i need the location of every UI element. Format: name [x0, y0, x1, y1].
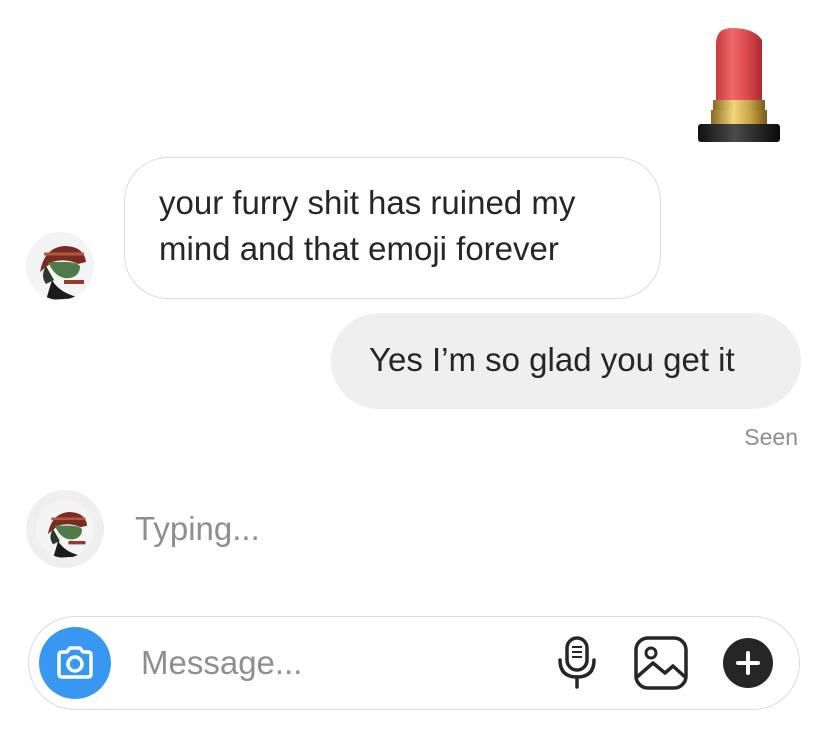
lipstick-emoji[interactable] — [692, 22, 784, 146]
incoming-message-line-2: mind and that emoji forever — [159, 230, 559, 267]
microphone-icon — [558, 636, 596, 689]
incoming-message-bubble[interactable]: your furry shit has ruined my mind and t… — [124, 157, 661, 299]
camera-button[interactable] — [39, 627, 111, 699]
plus-icon — [736, 651, 760, 675]
typing-contact-avatar[interactable] — [36, 500, 94, 558]
outgoing-message-text: Yes I’m so glad you get it — [369, 341, 735, 378]
microphone-button[interactable] — [555, 635, 599, 691]
camera-icon — [57, 646, 93, 679]
gallery-button[interactable] — [633, 635, 689, 691]
image-gallery-icon — [634, 636, 688, 690]
typing-indicator: Typing... — [135, 510, 260, 547]
outgoing-message-bubble[interactable]: Yes I’m so glad you get it — [331, 313, 801, 409]
contact-avatar[interactable] — [26, 232, 94, 300]
message-composer — [28, 616, 800, 710]
seen-receipt: Seen — [744, 424, 798, 450]
more-options-button[interactable] — [723, 638, 773, 688]
incoming-message-line-1: your furry shit has ruined my — [159, 184, 576, 221]
message-input[interactable] — [141, 639, 521, 687]
